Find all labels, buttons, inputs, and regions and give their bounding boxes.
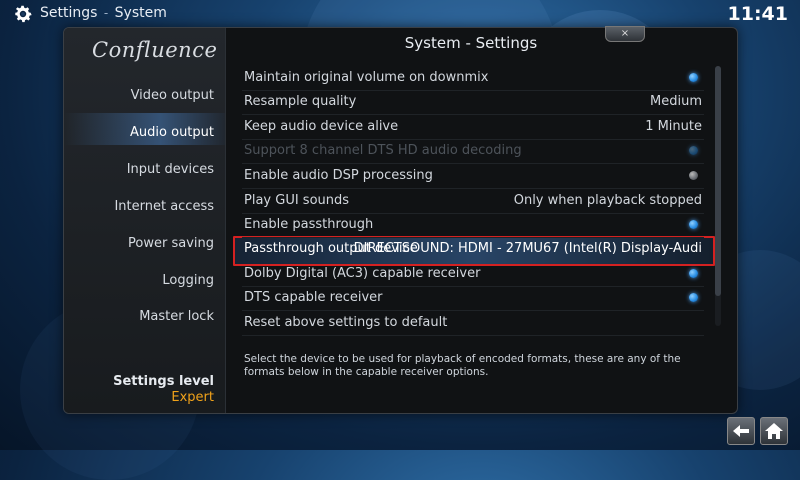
- clock: 11:41: [727, 3, 788, 25]
- setting-row[interactable]: Resample quality Medium: [242, 90, 704, 115]
- breadcrumb-section: Settings: [40, 5, 98, 21]
- scrollbar-thumb[interactable]: [715, 66, 721, 296]
- setting-label: Maintain original volume on downmix: [244, 70, 489, 85]
- toggle-on-icon[interactable]: [689, 73, 698, 82]
- setting-row[interactable]: Enable audio DSP processing: [242, 164, 704, 189]
- back-arrow-icon: [733, 425, 749, 437]
- sidebar-item-input-devices[interactable]: Input devices: [127, 162, 214, 177]
- settings-level-label[interactable]: Settings level: [113, 374, 214, 389]
- back-button[interactable]: [727, 417, 755, 445]
- setting-row[interactable]: Maintain original volume on downmix: [242, 66, 704, 91]
- setting-label: Enable passthrough: [244, 217, 374, 232]
- setting-row-focused[interactable]: Passthrough output device DIRECTSOUND: H…: [242, 237, 704, 261]
- setting-label: Resample quality: [244, 94, 357, 109]
- settings-panel: Confluence Video output Audio output Inp…: [63, 27, 738, 414]
- setting-label: DTS capable receiver: [244, 290, 383, 305]
- setting-label: Dolby Digital (AC3) capable receiver: [244, 266, 481, 281]
- setting-label: Reset above settings to default: [244, 315, 448, 330]
- sidebar-item-internet-access[interactable]: Internet access: [114, 199, 214, 214]
- top-bar: Settings - System 11:41: [0, 0, 800, 28]
- toggle-on-icon[interactable]: [689, 269, 698, 278]
- setting-value: DIRECTSOUND: HDMI - 27MU67 (Intel(R) Dis…: [353, 241, 702, 256]
- toggle-on-icon[interactable]: [689, 293, 698, 302]
- sidebar-item-video-output[interactable]: Video output: [131, 88, 214, 103]
- sidebar-item-audio-output[interactable]: Audio output: [130, 125, 214, 140]
- gear-icon: [15, 5, 32, 23]
- sidebar-item-logging[interactable]: Logging: [162, 273, 214, 288]
- toggle-off-icon[interactable]: [689, 171, 698, 180]
- sidebar: Confluence Video output Audio output Inp…: [64, 28, 226, 413]
- setting-row[interactable]: Enable passthrough: [242, 213, 704, 238]
- breadcrumb-page: System: [114, 5, 167, 21]
- breadcrumb: Settings - System: [40, 5, 167, 21]
- sidebar-item-master-lock[interactable]: Master lock: [139, 309, 214, 324]
- toggle-on-icon: [689, 146, 698, 155]
- breadcrumb-separator: -: [103, 6, 109, 20]
- setting-label: Enable audio DSP processing: [244, 168, 433, 183]
- setting-label: Support 8 channel DTS HD audio decoding: [244, 143, 522, 158]
- settings-content: System - Settings Maintain original volu…: [226, 28, 737, 413]
- setting-value: 1 Minute: [645, 119, 702, 134]
- home-button[interactable]: [760, 417, 788, 445]
- toggle-on-icon[interactable]: [689, 220, 698, 229]
- setting-label: Keep audio device alive: [244, 119, 399, 134]
- setting-row[interactable]: Keep audio device alive 1 Minute: [242, 115, 704, 140]
- close-button[interactable]: ×: [605, 26, 645, 42]
- setting-row-reset[interactable]: Reset above settings to default: [242, 311, 704, 336]
- help-text: Select the device to be used for playbac…: [244, 353, 681, 378]
- app-logo: Confluence: [92, 38, 218, 62]
- setting-row[interactable]: DTS capable receiver: [242, 286, 704, 311]
- setting-value: Medium: [650, 94, 702, 109]
- setting-value: Only when playback stopped: [513, 193, 702, 208]
- setting-row[interactable]: Play GUI sounds Only when playback stopp…: [242, 189, 704, 214]
- home-icon: [765, 423, 783, 439]
- setting-row-disabled: Support 8 channel DTS HD audio decoding: [242, 139, 704, 164]
- setting-label: Play GUI sounds: [244, 193, 350, 208]
- settings-level-value[interactable]: Expert: [171, 390, 214, 405]
- setting-row[interactable]: Dolby Digital (AC3) capable receiver: [242, 262, 704, 287]
- sidebar-item-power-saving[interactable]: Power saving: [128, 236, 214, 251]
- scrollbar[interactable]: [715, 66, 721, 326]
